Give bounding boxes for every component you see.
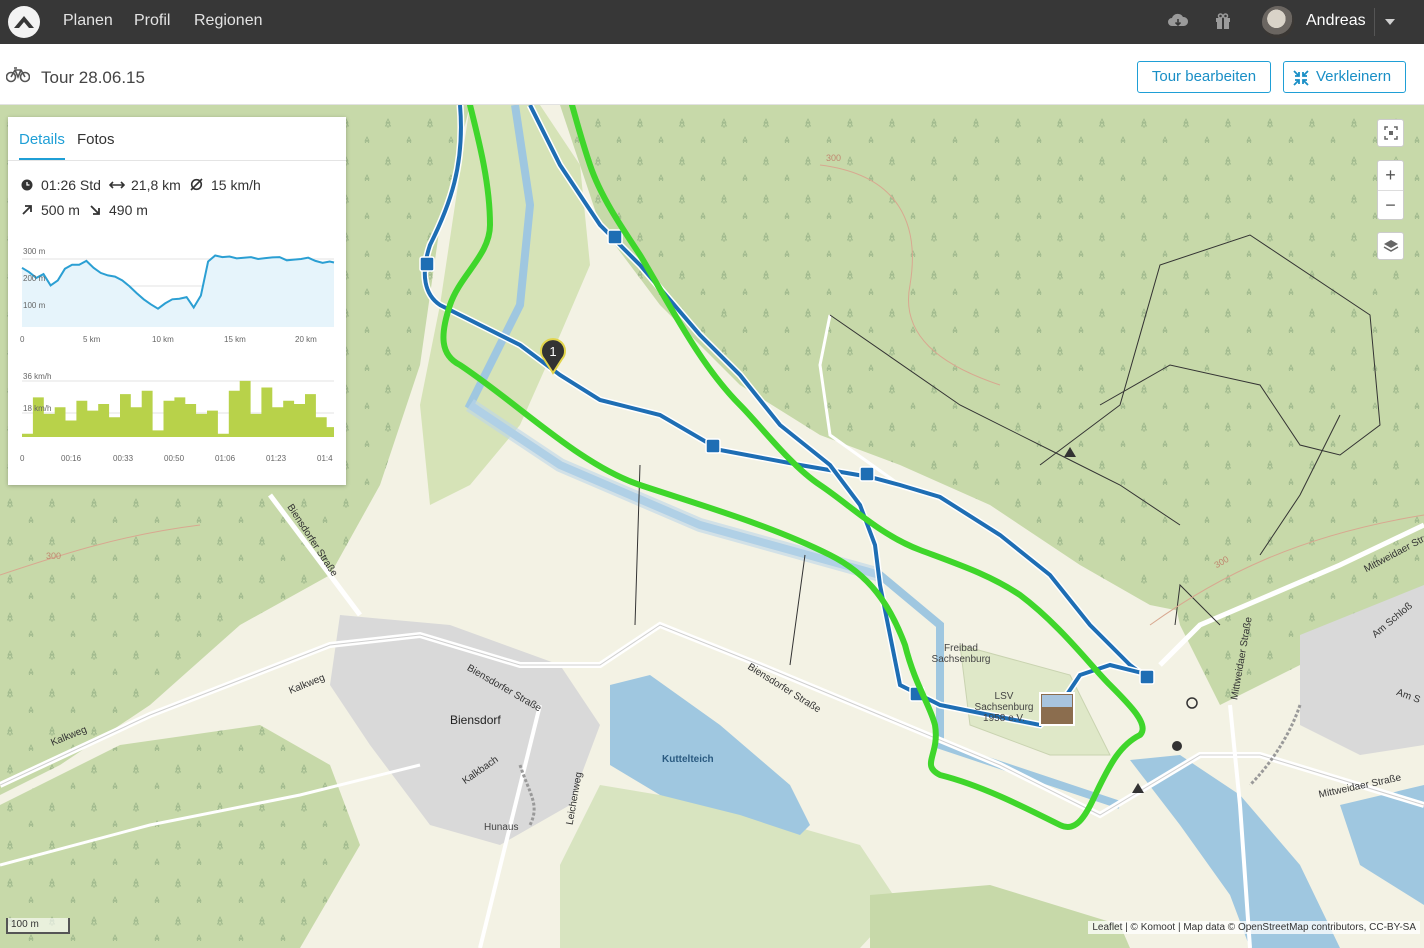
attribution-text: | © Komoot | Map data © OpenStreetMap co… <box>1122 922 1416 933</box>
zoom-control: + − <box>1377 160 1404 220</box>
tour-header-bar: Tour 28.06.15 Tour bearbeiten Verkleiner… <box>0 44 1424 105</box>
tour-details-panel: Details Fotos 01:26 Std 21,8 km 15 km/h … <box>8 117 346 485</box>
distance-icon <box>109 181 125 189</box>
user-name[interactable]: Andreas <box>1306 12 1366 30</box>
speed-area <box>22 380 334 437</box>
elevation-y-tick: 300 m <box>23 247 46 256</box>
elevation-x-tick: 0 <box>20 335 25 344</box>
zoom-in-button[interactable]: + <box>1378 161 1403 191</box>
speed-x-tick: 00:50 <box>164 454 185 463</box>
map-attribution: Leaflet | © Komoot | Map data © OpenStre… <box>1088 921 1420 934</box>
stat-ascent: 500 m <box>41 202 80 218</box>
elevation-x-tick: 20 km <box>295 335 317 344</box>
descent-icon <box>90 205 100 215</box>
elevation-y-tick: 200 m <box>23 274 46 283</box>
speed-x-tick: 00:16 <box>61 454 82 463</box>
cloud-sync-icon[interactable] <box>1167 10 1189 32</box>
stat-distance: 21,8 km <box>131 177 181 193</box>
komoot-logo[interactable] <box>8 6 40 38</box>
place-biensdorf: Biensdorf <box>450 713 501 727</box>
ascent-icon <box>22 205 32 215</box>
map-scale: 100 m <box>6 918 70 934</box>
tab-details[interactable]: Details <box>19 131 65 148</box>
shrink-map-button[interactable]: Verkleinern <box>1283 61 1406 93</box>
speed-chart[interactable] <box>8 367 346 451</box>
place-kuttelteich: Kuttelteich <box>662 754 714 765</box>
stat-duration: 01:26 Std <box>41 177 101 193</box>
panel-tabs: Details Fotos <box>8 117 346 161</box>
elevation-x-tick: 10 km <box>152 335 174 344</box>
contour-label: 300 <box>826 153 842 163</box>
layers-button[interactable] <box>1377 232 1404 260</box>
place-freibad: Freibad Sachsenburg <box>931 643 991 665</box>
speed-y-tick: 36 km/h <box>23 372 52 381</box>
tab-fotos[interactable]: Fotos <box>77 131 115 148</box>
place-hunaus: Hunaus <box>484 822 519 833</box>
speed-x-tick: 01:23 <box>266 454 287 463</box>
stat-average-speed: 15 km/h <box>211 177 261 193</box>
elevation-x-tick: 15 km <box>224 335 246 344</box>
elevation-y-tick: 100 m <box>23 301 46 310</box>
nav-regionen[interactable]: Regionen <box>194 12 263 30</box>
fit-bounds-icon <box>1383 126 1398 140</box>
top-navigation-bar: Planen Profil Regionen Andreas <box>0 0 1424 44</box>
place-lsv: LSV Sachsenburg 1958 e.V. <box>974 691 1034 724</box>
elevation-x-tick: 5 km <box>83 335 101 344</box>
stat-descent: 490 m <box>109 202 148 218</box>
shrink-map-label: Verkleinern <box>1316 68 1392 85</box>
speed-x-tick: 00:33 <box>113 454 134 463</box>
nav-profil[interactable]: Profil <box>134 12 170 30</box>
collapse-icon <box>1293 70 1309 86</box>
speed-x-tick: 01:06 <box>215 454 236 463</box>
contour-label: 300 <box>46 551 62 561</box>
zoom-out-button[interactable]: − <box>1378 191 1403 221</box>
speed-x-tick: 01:4 <box>317 454 333 463</box>
layers-icon <box>1383 240 1398 252</box>
bicycle-icon <box>6 67 30 83</box>
user-avatar[interactable] <box>1262 6 1294 38</box>
waypoint-marker[interactable]: 1 <box>538 337 568 375</box>
speed-x-tick: 0 <box>20 454 25 463</box>
leaflet-link[interactable]: Leaflet <box>1092 922 1122 933</box>
active-tab-indicator <box>19 158 65 160</box>
tour-title: Tour 28.06.15 <box>41 68 145 87</box>
zoom-divider <box>1378 190 1403 191</box>
average-speed-icon <box>190 178 203 191</box>
chevron-down-icon[interactable] <box>1385 19 1395 25</box>
edit-tour-button[interactable]: Tour bearbeiten <box>1137 61 1271 93</box>
fit-route-button[interactable] <box>1377 119 1404 147</box>
nav-planen[interactable]: Planen <box>63 12 113 30</box>
waypoint-number: 1 <box>549 344 556 359</box>
speed-y-tick: 18 km/h <box>23 404 52 413</box>
nav-divider <box>1374 8 1375 36</box>
gift-icon[interactable] <box>1212 10 1234 32</box>
elevation-chart[interactable] <box>8 242 346 347</box>
clock-icon <box>21 179 33 191</box>
